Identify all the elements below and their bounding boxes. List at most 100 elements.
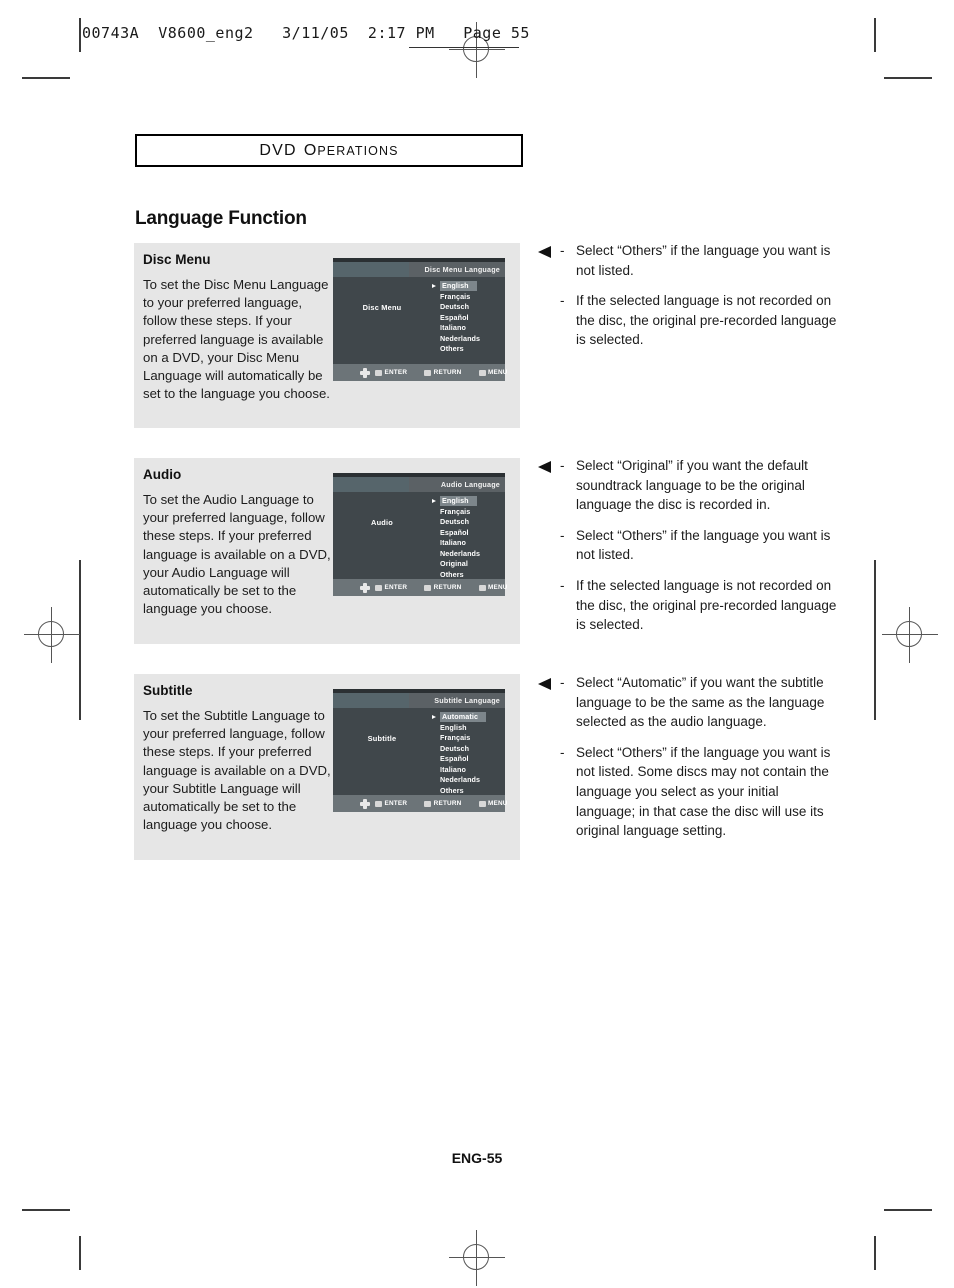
button-glyph-icon xyxy=(478,584,486,591)
osd-language-item-label: Français xyxy=(440,291,471,301)
osd-language-item-label: English xyxy=(440,496,477,506)
osd-language-item[interactable]: Original xyxy=(430,559,501,570)
osd-language-item-label: Italiano xyxy=(440,764,466,774)
registration-mark-bottom xyxy=(449,1230,505,1286)
osd-body: Subtitle Automatic English Français Deutsch… xyxy=(333,708,505,795)
page-title: Language Function xyxy=(135,208,307,229)
osd-side-label: Disc Menu xyxy=(362,303,402,312)
osd-language-item-label: Nederlands xyxy=(440,775,481,784)
crop-mark-top-left-vertical xyxy=(79,18,81,52)
osd-key-label: RETURN xyxy=(433,800,462,807)
button-glyph-icon xyxy=(478,369,486,376)
osd-key-label: MENU xyxy=(488,369,508,376)
note-text: Select “Original” if you want the defaul… xyxy=(576,458,808,513)
osd-language-item[interactable]: English xyxy=(430,281,501,292)
section-header-box: DVD OPERATIONS xyxy=(135,134,523,167)
osd-language-list[interactable]: Automatic English Français Deutsch Español It… xyxy=(430,712,501,796)
osd-language-item[interactable]: Nederlands xyxy=(430,549,501,560)
crop-mark-top-left-horizontal xyxy=(22,77,70,79)
note-bullet-dash: - xyxy=(560,675,565,690)
osd-side-label: Audio xyxy=(371,518,393,527)
osd-language-item[interactable]: Italiano xyxy=(430,538,501,549)
osd-title-bar-right: Disc Menu Language xyxy=(408,262,505,277)
osd-language-item[interactable]: Deutsch xyxy=(430,302,501,313)
osd-language-item-label: Nederlands xyxy=(440,333,481,343)
section-header-text: DVD OPERATIONS xyxy=(137,136,521,165)
osd-side-label: Subtitle xyxy=(367,734,397,743)
button-glyph-icon xyxy=(375,369,382,376)
osd-title-bar-right: Subtitle Language xyxy=(408,693,505,708)
block-body-text: To set the Subtitle Language to your pre… xyxy=(143,708,331,833)
osd-screenshot-disc-menu: Disc Menu Language Disc Menu English Fran… xyxy=(333,258,508,381)
note-bullet-dash: - xyxy=(560,243,565,258)
selection-caret-icon xyxy=(432,714,436,719)
edge-mark-right xyxy=(874,560,876,720)
osd-key-hints: ENTER RETURN MENU xyxy=(358,584,508,591)
osd-language-item[interactable]: Nederlands xyxy=(430,775,501,786)
osd-body: Audio English Français Deutsch Español Itali… xyxy=(333,492,505,579)
osd-language-item[interactable]: Español xyxy=(430,313,501,324)
osd-key-hints: ENTER RETURN MENU xyxy=(358,369,508,376)
osd-language-list[interactable]: English Français Deutsch Español Italiano Ned… xyxy=(430,281,501,355)
osd-key-hint: ENTER xyxy=(375,584,407,591)
content-block-subtitle: Subtitle To set the Subtitle Language to… xyxy=(134,674,520,860)
registration-mark-left xyxy=(24,607,80,663)
osd-language-item-label: Français xyxy=(440,733,471,742)
osd-language-item[interactable]: Deutsch xyxy=(430,517,501,528)
osd-language-item[interactable]: English xyxy=(430,496,501,507)
crop-mark-bottom-right-horizontal xyxy=(884,1209,932,1211)
osd-screenshot-subtitle: Subtitle Language Subtitle Automatic Engl… xyxy=(333,689,507,812)
osd-title-bar: Disc Menu Language xyxy=(333,262,505,277)
osd-title-bar: Subtitle Language xyxy=(333,693,505,708)
osd-language-item[interactable]: English xyxy=(430,723,501,734)
page-footer: ENG-55 xyxy=(451,1150,503,1166)
block-title: Disc Menu xyxy=(143,252,211,267)
osd-key-label: ENTER xyxy=(384,800,408,807)
block-title: Subtitle xyxy=(143,683,193,698)
osd-key-hint: RETURN xyxy=(424,584,461,591)
osd-language-list[interactable]: English Français Deutsch Español Italiano Ned… xyxy=(430,496,501,580)
osd-language-item[interactable]: Français xyxy=(430,733,501,744)
osd-language-item[interactable]: Español xyxy=(430,528,501,539)
osd-language-item[interactable]: Automatic xyxy=(430,712,501,723)
crop-mark-bottom-left-horizontal xyxy=(22,1209,70,1211)
osd-screenshot-audio: Audio Language Audio English Français Deut… xyxy=(333,473,508,596)
block-body-text: To set the Disc Menu Language to your pr… xyxy=(143,277,330,402)
section-header-lead: DVD xyxy=(259,141,297,159)
osd-language-item[interactable]: Français xyxy=(430,292,501,303)
osd-language-item[interactable]: Others xyxy=(430,344,501,355)
content-block-audio: Audio To set the Audio Language to your … xyxy=(134,458,520,644)
button-glyph-icon xyxy=(424,800,432,807)
osd-title-bar-left xyxy=(333,693,409,708)
block-title: Audio xyxy=(143,467,182,482)
osd-language-item-label: Others xyxy=(440,344,464,353)
osd-key-label: ENTER xyxy=(384,369,408,376)
note-item: - If the selected language is not recorde… xyxy=(538,291,838,350)
osd-key-hint: MENU xyxy=(478,369,508,376)
osd-language-item-label: Español xyxy=(440,527,469,537)
osd-bottom-bar: ENTER RETURN MENU xyxy=(333,579,508,596)
osd-language-item-label: Nederlands xyxy=(440,548,481,558)
button-glyph-icon xyxy=(424,369,432,376)
note-bullet-dash: - xyxy=(560,293,565,309)
note-text: If the selected language is not recorded… xyxy=(576,293,837,348)
osd-key-hint: RETURN xyxy=(424,369,461,376)
osd-title-bar: Audio Language xyxy=(333,477,505,492)
osd-language-item[interactable]: Español xyxy=(430,754,501,765)
note-group-subtitle: - Select “Automatic” if you want the subt… xyxy=(538,673,838,852)
osd-key-hint: ENTER xyxy=(375,369,407,376)
osd-language-item[interactable]: Deutsch xyxy=(430,744,501,755)
note-bullet-dash: - xyxy=(560,458,565,473)
note-text: Select “Automatic” if you want the subti… xyxy=(576,675,825,730)
osd-language-item[interactable]: Italiano xyxy=(430,765,501,776)
osd-key-label: RETURN xyxy=(433,369,462,376)
notes-host: - Select “Others” if the language you wan… xyxy=(538,241,838,350)
crop-mark-bottom-right-vertical xyxy=(874,1236,876,1270)
osd-language-item[interactable]: Nederlands xyxy=(430,334,501,345)
osd-language-item[interactable]: Italiano xyxy=(430,323,501,334)
note-bullet-dash: - xyxy=(560,577,565,593)
note-group-disc-menu: - Select “Others” if the language you wan… xyxy=(538,241,838,361)
osd-language-item[interactable]: Français xyxy=(430,507,501,518)
osd-language-item-label: Original xyxy=(440,559,468,568)
osd-language-item-label: Automatic xyxy=(440,712,487,722)
